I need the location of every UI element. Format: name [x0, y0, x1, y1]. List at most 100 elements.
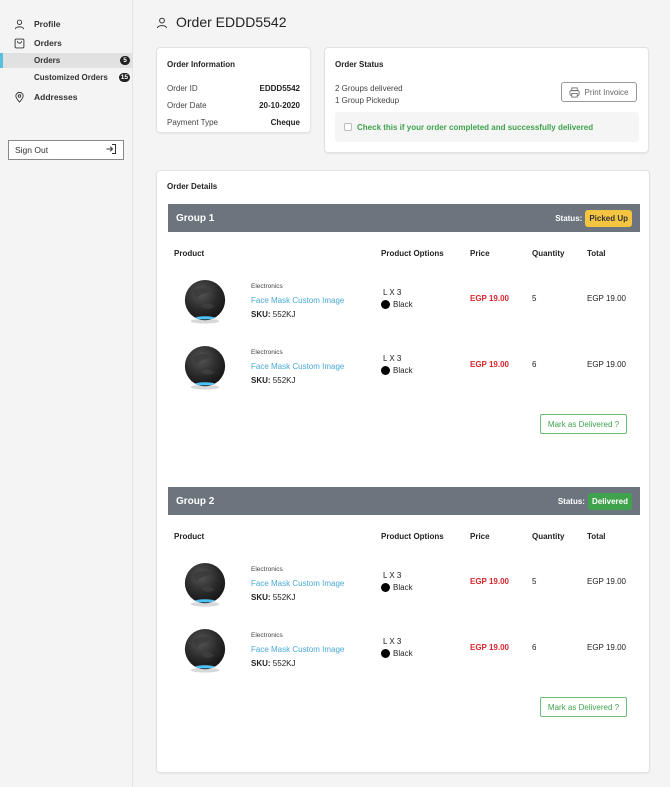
sign-out-button[interactable]: Sign Out [8, 140, 124, 160]
product-option-size: L X 3 [383, 354, 402, 363]
mark-as-delivered-button[interactable]: Mark as Delivered ? [540, 697, 627, 717]
color-swatch [381, 300, 390, 309]
column-header-total: Total [587, 532, 606, 541]
payment-type-row: Payment Type Cheque [167, 118, 300, 127]
product-sku: SKU: 552KJ [251, 310, 295, 319]
sidebar-subitem-label: Customized Orders [34, 73, 108, 82]
product-image [184, 562, 226, 607]
product-sku: SKU: 552KJ [251, 376, 295, 385]
color-label: Black [393, 300, 413, 309]
color-swatch [381, 583, 390, 592]
payment-type-label: Payment Type [167, 118, 218, 127]
product-quantity: 5 [532, 294, 537, 303]
color-label: Black [393, 583, 413, 592]
sku-value: 552KJ [272, 659, 296, 668]
table-row: Electronics Face Mask Custom Image SKU: … [168, 272, 640, 332]
product-total: EGP 19.00 [587, 577, 626, 586]
groups-pickedup-text: 1 Group Pickedup [335, 96, 400, 105]
map-pin-icon [13, 91, 25, 103]
product-price: EGP 19.00 [470, 577, 509, 586]
sidebar-subitem-orders[interactable]: Orders 5 [0, 53, 133, 68]
order-details-title: Order Details [167, 182, 218, 191]
product-name-link[interactable]: Face Mask Custom Image [251, 296, 344, 305]
column-header-total: Total [587, 249, 606, 258]
mark-as-delivered-button[interactable]: Mark as Delivered ? [540, 414, 627, 434]
sku-value: 552KJ [272, 593, 296, 602]
color-label: Black [393, 649, 413, 658]
group-status: Status: Delivered [557, 492, 632, 510]
sidebar-subitem-label: Orders [34, 56, 61, 65]
order-id-value: EDDD5542 [259, 84, 300, 93]
product-name-link[interactable]: Face Mask Custom Image [251, 645, 344, 654]
product-price: EGP 19.00 [470, 643, 509, 652]
product-option-color: Black [381, 583, 413, 592]
order-details-card: Order Details Group 1 Status: Picked Up … [156, 170, 650, 773]
product-option-color: Black [381, 649, 413, 658]
order-completed-confirmation[interactable]: Check this if your order completed and s… [335, 112, 639, 142]
sign-out-icon [105, 143, 117, 157]
product-quantity: 5 [532, 577, 537, 586]
print-invoice-button[interactable]: Print Invoice [561, 82, 637, 102]
group-header: Group 1 Status: Picked Up [168, 204, 640, 232]
user-icon [13, 18, 25, 30]
page-title-text: Order EDDD5542 [176, 14, 287, 30]
group-header: Group 2 Status: Delivered [168, 487, 640, 515]
status-badge: Delivered [587, 492, 632, 510]
sku-label: SKU: [251, 593, 271, 602]
sidebar: Profile Orders Orders 5 Customized Order… [0, 0, 133, 787]
print-invoice-label: Print Invoice [584, 87, 629, 97]
product-name-link[interactable]: Face Mask Custom Image [251, 362, 344, 371]
color-swatch [381, 366, 390, 375]
sku-label: SKU: [251, 310, 271, 319]
table-row: Electronics Face Mask Custom Image SKU: … [168, 555, 640, 615]
sku-value: 552KJ [272, 376, 296, 385]
order-date-value: 20-10-2020 [259, 101, 300, 110]
sku-label: SKU: [251, 376, 271, 385]
product-category: Electronics [251, 566, 283, 573]
order-completed-checkbox[interactable] [344, 123, 352, 131]
color-label: Black [393, 366, 413, 375]
column-header-options: Product Options [381, 249, 444, 258]
sidebar-item-label: Orders [34, 38, 62, 48]
shopping-bag-icon [13, 37, 25, 49]
group-status-label: Status: [555, 213, 583, 223]
order-status-card: Order Status 2 Groups delivered 1 Group … [324, 47, 649, 153]
sidebar-item-label: Addresses [34, 92, 78, 102]
group-name: Group 2 [176, 495, 215, 507]
product-category: Electronics [251, 283, 283, 290]
order-id-label: Order ID [167, 84, 198, 93]
table-header: Product Product Options Price Quantity T… [168, 249, 640, 263]
status-badge: Picked Up [585, 209, 632, 227]
product-option-size: L X 3 [383, 637, 402, 646]
group-status-label: Status: [557, 496, 585, 506]
table-row: Electronics Face Mask Custom Image SKU: … [168, 621, 640, 681]
product-category: Electronics [251, 632, 283, 639]
product-total: EGP 19.00 [587, 643, 626, 652]
customized-orders-count-badge: 15 [118, 73, 130, 82]
product-image [184, 279, 226, 324]
product-total: EGP 19.00 [587, 360, 626, 369]
product-total: EGP 19.00 [587, 294, 626, 303]
sidebar-item-orders[interactable]: Orders [0, 34, 133, 52]
sidebar-item-profile[interactable]: Profile [0, 15, 133, 33]
product-option-color: Black [381, 366, 413, 375]
product-sku: SKU: 552KJ [251, 593, 295, 602]
table-header: Product Product Options Price Quantity T… [168, 532, 640, 546]
product-price: EGP 19.00 [470, 360, 509, 369]
groups-delivered-text: 2 Groups delivered [335, 84, 403, 93]
order-information-card: Order Information Order ID EDDD5542 Orde… [156, 47, 311, 133]
product-quantity: 6 [532, 643, 537, 652]
sidebar-item-label: Profile [34, 19, 61, 29]
sidebar-item-addresses[interactable]: Addresses [0, 88, 133, 106]
order-date-label: Order Date [167, 101, 207, 110]
group-name: Group 1 [176, 212, 215, 224]
product-sku: SKU: 552KJ [251, 659, 295, 668]
product-image [184, 345, 226, 390]
sign-out-label: Sign Out [15, 145, 49, 155]
product-category: Electronics [251, 349, 283, 356]
page-title: Order EDDD5542 [156, 14, 287, 30]
product-name-link[interactable]: Face Mask Custom Image [251, 579, 344, 588]
sidebar-subitem-customized-orders[interactable]: Customized Orders 15 [0, 70, 133, 85]
column-header-product: Product [174, 249, 205, 258]
sku-value: 552KJ [272, 310, 296, 319]
